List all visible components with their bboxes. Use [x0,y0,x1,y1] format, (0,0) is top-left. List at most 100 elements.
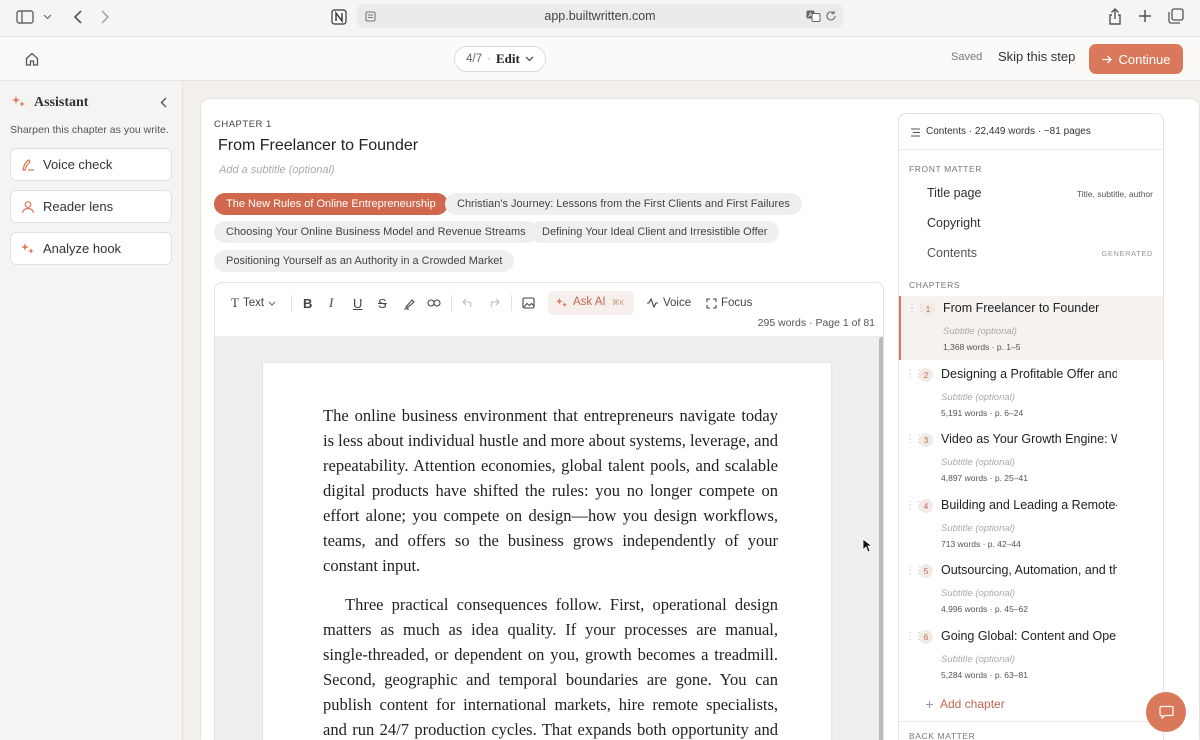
chapter-list-item[interactable]: ⋮⋮ 6 Going Global: Content and Oper Subt… [899,624,1163,688]
chapter-number: 2 [919,368,933,382]
contents-summary: Contents · 22,449 words · ~81 pages [926,126,1091,137]
section-chip[interactable]: Choosing Your Online Business Model and … [214,221,538,243]
assistant-title: Assistant [34,95,89,110]
plus-icon [925,700,934,709]
chapter-title: Outsourcing, Automation, and th [941,563,1117,577]
link-icon[interactable] [427,293,441,313]
sparkle-icon [556,297,568,309]
reader-lens-button[interactable]: Reader lens [10,190,172,223]
document-page[interactable]: The online business environment that ent… [263,363,831,740]
back-icon[interactable] [68,7,86,27]
section-chip[interactable]: Positioning Yourself as an Authority in … [214,250,515,272]
add-chapter-button[interactable]: Add chapter [925,697,1005,711]
contents-panel: Contents · 22,449 words · ~81 pages FRON… [898,113,1164,740]
chapter-list-item[interactable]: ⋮⋮ 4 Building and Leading a Remote- Subt… [899,493,1163,557]
chapters-label: CHAPTERS [909,280,961,290]
forward-icon[interactable] [96,7,114,27]
chapter-number: 3 [919,433,933,447]
ask-ai-shortcut: ⌘K [612,298,625,307]
text-style-icon: T [231,295,239,310]
bold-icon[interactable]: B [303,293,312,313]
voice-label: Voice [663,297,692,309]
strikethrough-icon[interactable]: S [378,293,387,313]
ask-ai-button[interactable]: Ask AI ⌘K [548,291,634,315]
copyright-item[interactable]: Copyright [927,216,981,230]
chapter-subtitle: Subtitle (optional) [941,588,1015,599]
editor-scrollbar[interactable] [879,337,883,740]
highlight-icon[interactable] [403,293,416,313]
text-style-label: Text [242,297,265,309]
chapter-number: 4 [919,499,933,513]
collapse-icon[interactable] [156,95,170,109]
chapter-subtitle: Subtitle (optional) [941,392,1015,403]
title-page-item[interactable]: Title page [927,186,981,200]
sidebar-toggle-icon[interactable] [14,8,36,26]
step-counter: 4/7 [466,53,483,65]
chapter-title: Building and Leading a Remote- [941,498,1117,512]
contents-item[interactable]: Contents [927,246,977,260]
step-selector[interactable]: 4/7 · Edit [454,46,546,72]
chevron-down-icon [525,56,534,62]
chapter-list-item[interactable]: ⋮⋮ 5 Outsourcing, Automation, and th Sub… [899,558,1163,622]
divider [899,721,1163,722]
underline-icon[interactable]: U [353,293,362,313]
word-count-status: 295 words · Page 1 of 81 [757,317,875,329]
mouse-cursor-icon [862,538,874,558]
chapter-list-item[interactable]: ⋮⋮ 1 From Freelancer to Founder Subtitle… [899,296,1163,360]
chapter-title: Going Global: Content and Oper [941,629,1117,643]
tab-overview-icon[interactable] [1166,6,1186,26]
user-icon [21,200,35,214]
home-icon[interactable] [22,49,42,69]
chevron-down-icon[interactable] [40,8,54,26]
italic-icon[interactable]: I [329,293,333,313]
section-chip[interactable]: Christian's Journey: Lessons from the Fi… [445,193,802,215]
chat-icon [1158,705,1174,719]
ask-ai-label: Ask AI [573,296,606,308]
voice-button[interactable]: Voice [646,293,691,313]
editor-toolbar: T Text B I U S Ask AI ⌘K Voice Focus 295… [215,283,883,337]
arrow-right-icon [1101,55,1113,64]
chevron-down-icon [268,301,276,306]
chapter-subtitle: Subtitle (optional) [941,523,1015,534]
focus-label: Focus [721,297,753,309]
subtitle-input[interactable]: Add a subtitle (optional) [219,164,335,176]
notion-icon[interactable] [329,7,349,27]
chapter-number: 5 [919,564,933,578]
skip-step-button[interactable]: Skip this step [998,49,1075,64]
voice-check-button[interactable]: Voice check [10,148,172,181]
redo-icon[interactable] [487,293,500,313]
section-chip[interactable]: Defining Your Ideal Client and Irresisti… [530,221,780,243]
title-page-meta: Title, subtitle, author [1076,189,1153,199]
chat-button[interactable] [1146,692,1186,732]
share-icon[interactable] [1106,6,1124,26]
new-tab-icon[interactable] [1136,7,1154,25]
chapter-meta: 5,284 words · p. 63–81 [941,670,1028,680]
continue-button[interactable]: Continue [1089,44,1183,74]
analyze-hook-label: Analyze hook [43,241,122,256]
analyze-hook-button[interactable]: Analyze hook [10,232,172,265]
paragraph[interactable]: The online business environment that ent… [323,403,778,578]
chapter-meta: 4,996 words · p. 45–62 [941,604,1028,614]
chapter-title[interactable]: From Freelancer to Founder [218,137,418,155]
chapter-title: Designing a Profitable Offer and [941,367,1117,381]
chapter-subtitle: Subtitle (optional) [941,457,1015,468]
step-mode: Edit [496,51,520,66]
address-bar[interactable]: app.builtwritten.com A [357,4,843,28]
browser-toolbar: app.builtwritten.com A [0,0,1200,37]
editor: T Text B I U S Ask AI ⌘K Voice Focus 295… [214,282,884,740]
pulse-icon [647,298,658,308]
document-canvas: The online business environment that ent… [215,337,883,740]
chapter-subtitle: Subtitle (optional) [941,654,1015,665]
chapter-meta: 4,897 words · p. 25–41 [941,473,1028,483]
chapter-list-item[interactable]: ⋮⋮ 3 Video as Your Growth Engine: W Subt… [899,427,1163,491]
reload-icon[interactable] [824,9,838,23]
contents-header: Contents · 22,449 words · ~81 pages [899,114,1163,150]
chapter-list-item[interactable]: ⋮⋮ 2 Designing a Profitable Offer and Su… [899,362,1163,426]
section-chip[interactable]: The New Rules of Online Entrepreneurship [214,193,448,215]
image-icon[interactable] [522,293,535,313]
focus-button[interactable]: Focus [706,293,752,313]
paragraph[interactable]: Three practical consequences follow. Fir… [323,592,778,740]
translate-icon[interactable]: A [805,9,821,23]
text-style-dropdown[interactable]: T Text [231,293,276,313]
undo-icon[interactable] [462,293,475,313]
